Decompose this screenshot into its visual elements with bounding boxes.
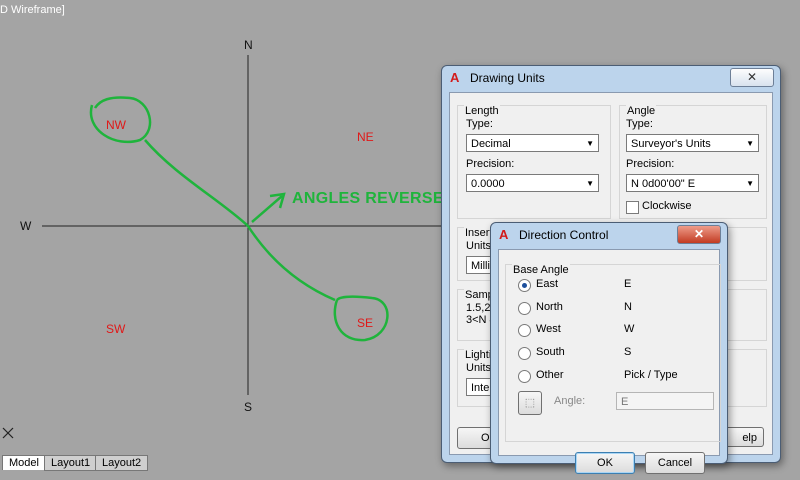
direction-control-title: Direction Control [519, 228, 609, 242]
length-group-label: Length [464, 105, 500, 117]
angle-input[interactable]: E [616, 392, 714, 410]
clockwise-label: Clockwise [642, 200, 692, 212]
axis-label-north: N [244, 38, 253, 52]
axis-label-west: W [20, 219, 32, 233]
length-type-select[interactable]: Decimal ▼ [466, 134, 599, 152]
drawing-units-title: Drawing Units [470, 71, 545, 85]
radio-east[interactable] [518, 279, 531, 292]
direction-control-titlebar[interactable]: A Direction Control ✕ [491, 223, 727, 247]
angle-group: Angle Type: Surveyor's Units ▼ Precision:… [619, 105, 767, 219]
angle-group-label: Angle [626, 105, 657, 117]
base-angle-label: Base Angle [512, 264, 570, 276]
drawing-units-titlebar[interactable]: A Drawing Units ✕ [442, 66, 780, 90]
direction-control-dialog: A Direction Control ✕ Base Angle East E … [490, 222, 728, 474]
length-type-label: Type: [466, 118, 493, 130]
axis-label-south: S [244, 400, 253, 414]
quadrant-label-se: SE [357, 316, 374, 330]
angle-precision-select[interactable]: N 0d00'00" E ▼ [626, 174, 759, 192]
radio-south-label: South [536, 346, 565, 358]
radio-north[interactable] [518, 302, 531, 315]
chevron-down-icon: ▼ [746, 139, 754, 148]
radio-north-value: N [624, 301, 632, 313]
length-precision-select[interactable]: 0.0000 ▼ [466, 174, 599, 192]
radio-east-label: East [536, 278, 559, 290]
drawing-units-close-button[interactable]: ✕ [730, 68, 774, 87]
quadrant-label-ne: NE [357, 130, 374, 144]
radio-north-label: North [536, 301, 563, 313]
annotation-text: ANGLES REVERSED [292, 190, 456, 207]
radio-west-value: W [624, 323, 635, 335]
direction-control-client: Base Angle East E North N West W South S… [498, 249, 721, 474]
radio-other-label: Other [536, 369, 564, 381]
radio-south[interactable] [518, 347, 531, 360]
nw-stroke [144, 139, 249, 227]
autocad-logo-icon: A [450, 70, 460, 85]
autocad-logo-icon: A [499, 227, 509, 242]
radio-east-value: E [624, 278, 632, 290]
direction-ok-button[interactable]: OK [575, 452, 635, 474]
tab-model[interactable]: Model [2, 455, 46, 470]
tab-layout2[interactable]: Layout2 [95, 455, 149, 471]
pick-angle-button[interactable]: ⬚ [518, 391, 542, 415]
annotation-arrow-line [251, 195, 283, 223]
quadrant-label-nw: NW [106, 118, 126, 132]
chevron-down-icon: ▼ [586, 179, 594, 188]
radio-west[interactable] [518, 324, 531, 337]
pick-cursor-icon: ⬚ [524, 397, 536, 409]
direction-control-close-button[interactable]: ✕ [677, 225, 721, 244]
angle-precision-label: Precision: [626, 158, 675, 170]
radio-south-value: S [624, 346, 632, 358]
quadrant-label-sw: SW [106, 322, 126, 336]
direction-cancel-button[interactable]: Cancel [645, 452, 705, 474]
length-precision-label: Precision: [466, 158, 515, 170]
se-stroke [246, 225, 336, 302]
angle-label: Angle: [554, 395, 586, 407]
angle-type-label: Type: [626, 118, 653, 130]
tab-layout1[interactable]: Layout1 [44, 455, 98, 471]
radio-other[interactable] [518, 370, 531, 383]
base-angle-group: Base Angle East E North N West W South S… [505, 264, 721, 442]
radio-west-label: West [536, 323, 561, 335]
length-group: Length Type: Decimal ▼ Precision: 0.0000 ▼ [457, 105, 611, 219]
clockwise-checkbox[interactable] [626, 201, 639, 214]
chevron-down-icon: ▼ [586, 139, 594, 148]
chevron-down-icon: ▼ [746, 179, 754, 188]
radio-other-value: Pick / Type [624, 369, 678, 381]
angle-type-select[interactable]: Surveyor's Units ▼ [626, 134, 759, 152]
